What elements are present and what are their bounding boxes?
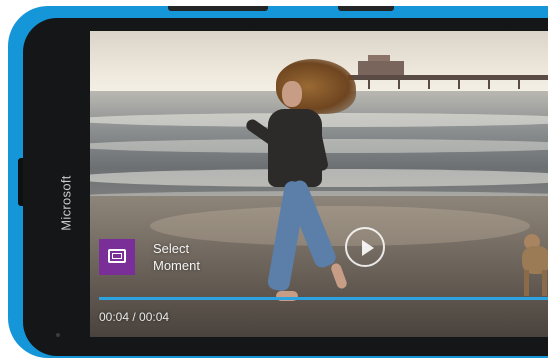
video-woman-figure [238, 51, 378, 331]
power-button [338, 6, 394, 11]
figure-foot [329, 262, 349, 290]
playback-time: 00:04 / 00:04 [99, 310, 170, 324]
dog-leg [542, 270, 547, 296]
figure-face [282, 81, 302, 107]
volume-button [168, 6, 268, 11]
pier-leg [398, 79, 400, 89]
video-dog [510, 226, 548, 316]
pier-leg [518, 79, 520, 89]
sensor-dot [56, 333, 60, 337]
app-stage: Microsoft Select Moment 00:04 / 00:04 [0, 0, 548, 358]
film-frame-icon [99, 239, 135, 275]
play-button[interactable] [345, 227, 385, 267]
pier-leg [458, 79, 460, 89]
play-icon [362, 240, 374, 256]
pier-leg [428, 79, 430, 89]
film-frame-glyph [108, 249, 126, 263]
video-screen[interactable]: Select Moment 00:04 / 00:04 [90, 31, 548, 337]
video-pier [348, 55, 548, 89]
pier-leg [488, 79, 490, 89]
dog-leg [524, 270, 529, 296]
progress-bar[interactable] [99, 297, 548, 300]
select-moment-button[interactable]: Select Moment [99, 239, 223, 275]
progress-fill [99, 297, 548, 300]
select-moment-label: Select Moment [153, 241, 200, 273]
brand-logo-text: Microsoft [58, 175, 74, 231]
